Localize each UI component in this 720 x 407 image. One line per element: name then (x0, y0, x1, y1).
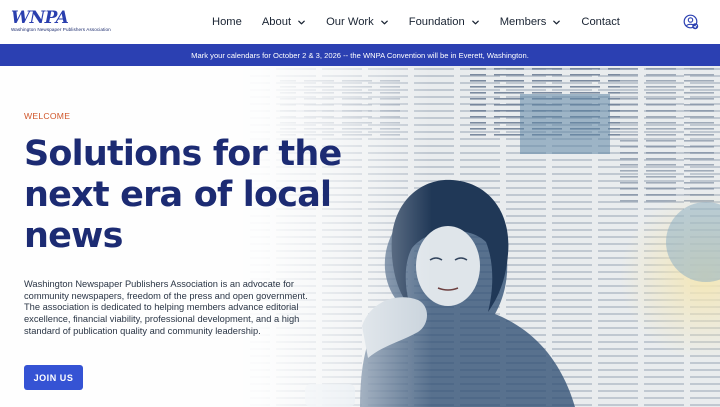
logo-subtitle: Washington Newspaper Publishers Associat… (11, 27, 111, 32)
nav-item-foundation[interactable]: Foundation (409, 16, 480, 28)
user-circle-icon[interactable] (683, 14, 699, 30)
hero-intro-text: Washington Newspaper Publishers Associat… (24, 279, 308, 336)
nav-item-label: Members (499, 16, 547, 28)
nav-item-our-work[interactable]: Our Work (326, 16, 389, 28)
nav-item-home[interactable]: Home (212, 16, 242, 28)
chevron-down-icon (298, 20, 305, 24)
announcement-text: Mark your calendars for October 2 & 3, 2… (191, 50, 529, 60)
chevron-down-icon (380, 20, 388, 24)
hero-eyebrow: WELCOME (24, 111, 71, 121)
site-header: WNPA Washington Newspaper Publishers Ass… (0, 0, 720, 44)
hero-section: WELCOME Solutions for the next era of lo… (0, 66, 720, 407)
chevron-down-icon (553, 20, 561, 24)
wnpa-logo[interactable]: WNPA Washington Newspaper Publishers Ass… (11, 8, 111, 34)
hero-headline: Solutions for the next era of local news (24, 134, 342, 256)
nav-item-contact[interactable]: Contact (581, 16, 620, 28)
join-us-button[interactable]: JOIN US (24, 365, 83, 390)
nav-item-label: About (261, 16, 292, 28)
nav-item-label: Foundation (408, 16, 465, 28)
nav-item-label: Contact (581, 16, 620, 28)
logo-wordmark: WNPA (11, 8, 69, 28)
nav-item-label: Home (212, 16, 242, 28)
nav-item-members[interactable]: Members (500, 16, 562, 28)
nav-item-about[interactable]: About (262, 16, 306, 28)
main-nav: Home About Our Work Foundation Members C… (212, 0, 640, 44)
announcement-bar: Mark your calendars for October 2 & 3, 2… (0, 44, 720, 66)
nav-item-label: Our Work (326, 16, 374, 28)
chevron-down-icon (471, 20, 479, 24)
